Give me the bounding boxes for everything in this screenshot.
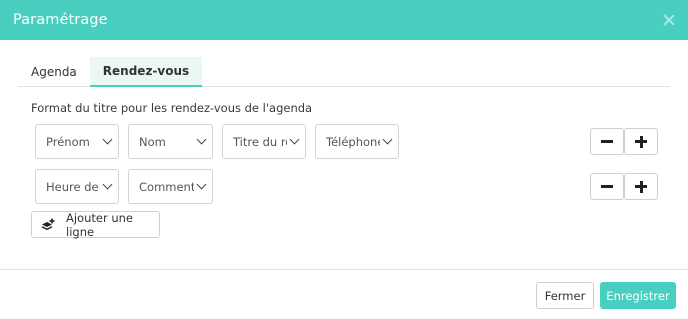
add-line-button[interactable]: Ajouter une ligne: [31, 210, 160, 239]
plus-icon: [635, 135, 647, 148]
field-select-title[interactable]: Titre du re: [222, 124, 306, 159]
row-2-controls: [590, 173, 658, 200]
chevron-down-icon: [382, 134, 393, 145]
add-line-label: Ajouter une ligne: [66, 210, 134, 239]
format-row-2: Heure de c Commenta: [35, 169, 222, 204]
row-1-controls: [590, 128, 658, 155]
tab-rendez-vous[interactable]: Rendez-vous: [89, 57, 203, 87]
footer-divider: [0, 269, 688, 270]
chevron-down-icon: [102, 179, 113, 190]
dialog-title: Paramétrage: [13, 12, 108, 28]
title-format-label: Format du titre pour les rendez-vous de …: [31, 101, 313, 115]
chevron-down-icon: [196, 134, 207, 145]
chevron-down-icon: [196, 179, 207, 190]
dialog-header: Paramétrage: [0, 0, 688, 40]
close-button[interactable]: Fermer: [536, 282, 594, 309]
chevron-down-icon: [289, 134, 300, 145]
close-icon[interactable]: [662, 13, 676, 27]
remove-row-button[interactable]: [590, 128, 624, 155]
chevron-down-icon: [102, 134, 113, 145]
format-row-1: Prénom Nom Titre du re Téléphone: [35, 124, 408, 159]
save-button[interactable]: Enregistrer: [600, 282, 676, 309]
minus-icon: [601, 185, 613, 188]
add-field-button[interactable]: [624, 173, 658, 200]
add-field-button[interactable]: [624, 128, 658, 155]
minus-icon: [601, 140, 613, 143]
field-select-time[interactable]: Heure de c: [35, 169, 119, 204]
tab-agenda[interactable]: Agenda: [18, 57, 90, 86]
tab-bar: Agenda Rendez-vous: [18, 57, 670, 87]
layers-plus-icon: [41, 218, 55, 230]
field-select-comment[interactable]: Commenta: [128, 169, 213, 204]
field-select-firstname[interactable]: Prénom: [35, 124, 119, 159]
remove-row-button[interactable]: [590, 173, 624, 200]
field-select-phone[interactable]: Téléphone: [315, 124, 399, 159]
plus-icon: [635, 180, 647, 193]
field-select-lastname[interactable]: Nom: [128, 124, 213, 159]
settings-dialog: Paramétrage Agenda Rendez-vous Format du…: [0, 0, 688, 319]
